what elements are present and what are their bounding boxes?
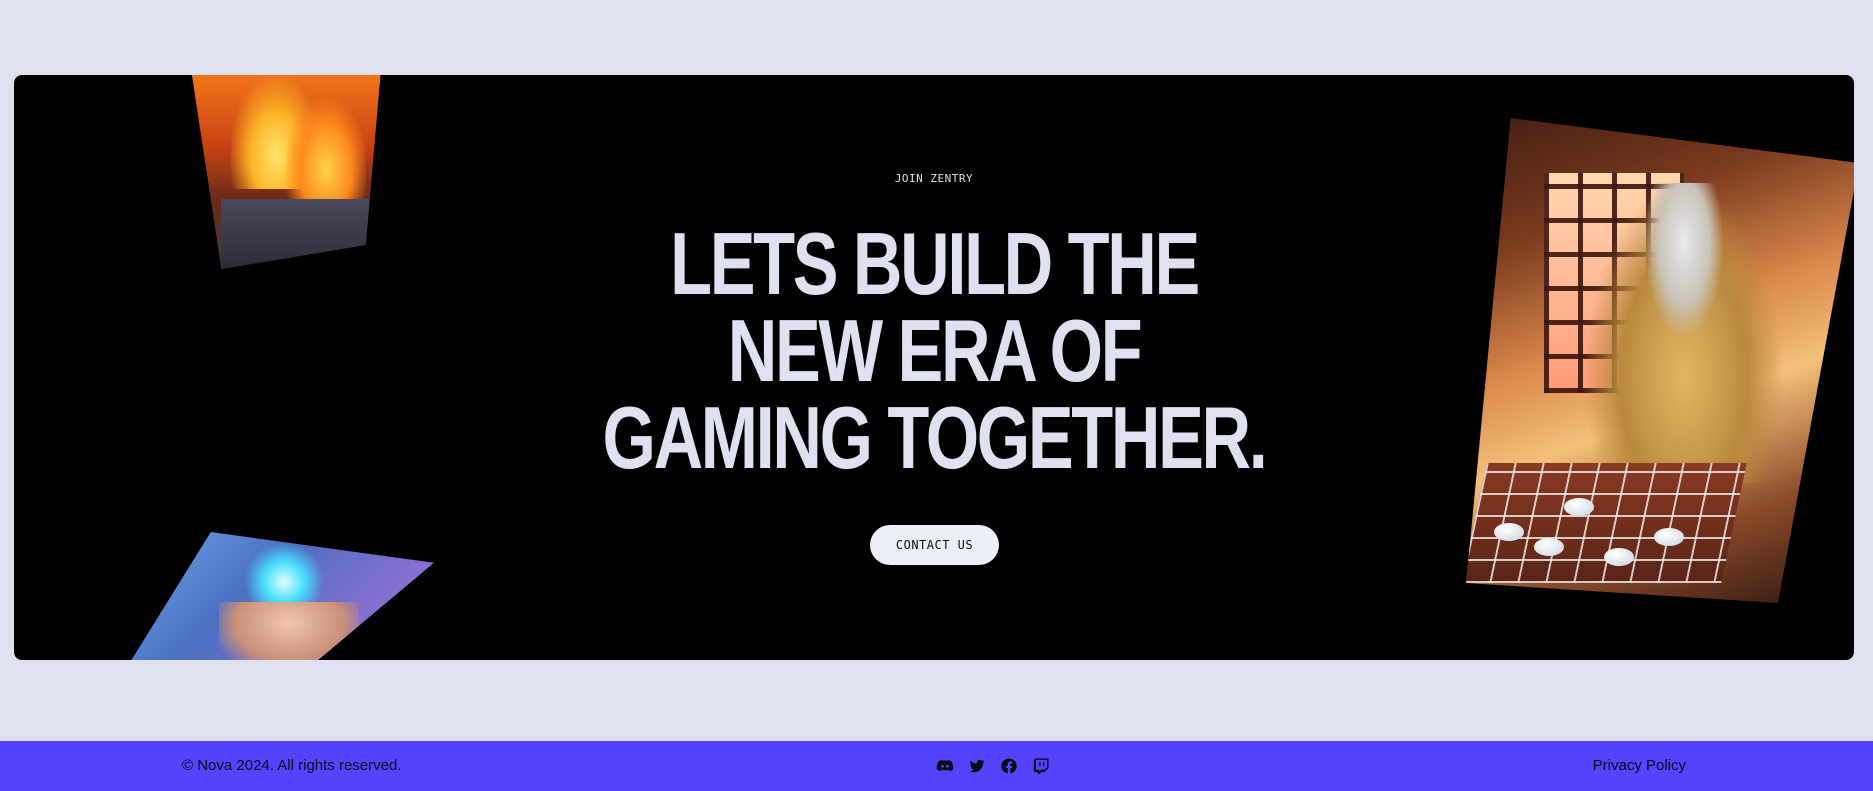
twitch-icon[interactable]	[1032, 757, 1050, 775]
headline-line: GAMING TOGETHER.	[602, 388, 1268, 487]
go-stone	[1564, 498, 1594, 516]
headline-line: LETS BUILD THE	[670, 214, 1200, 313]
headline-line: NEW ERA OF	[727, 301, 1143, 400]
crystal-artwork-image	[124, 532, 434, 660]
go-stone	[1534, 538, 1564, 556]
hand-shape	[219, 602, 359, 660]
site-footer: © Nova 2024. All rights reserved. Privac…	[0, 741, 1873, 791]
copyright-text: © Nova 2024. All rights reserved.	[182, 757, 402, 774]
discord-icon[interactable]	[936, 757, 954, 775]
go-stone	[1494, 523, 1524, 541]
go-stone	[1604, 548, 1634, 566]
hero-headline: LETS BUILD THE NEW ERA OF GAMING TOGETHE…	[14, 214, 1854, 487]
go-stone	[1654, 528, 1684, 546]
eyebrow-label: JOIN ZENTRY	[894, 172, 974, 185]
contact-hero: JOIN ZENTRY LETS BUILD THE NEW ERA OF GA…	[14, 75, 1854, 660]
facebook-icon[interactable]	[1000, 757, 1018, 775]
social-links	[936, 757, 1050, 775]
contact-us-button[interactable]: CONTACT US	[870, 525, 999, 565]
twitter-icon[interactable]	[968, 757, 986, 775]
privacy-policy-link[interactable]: Privacy Policy	[1593, 757, 1686, 774]
